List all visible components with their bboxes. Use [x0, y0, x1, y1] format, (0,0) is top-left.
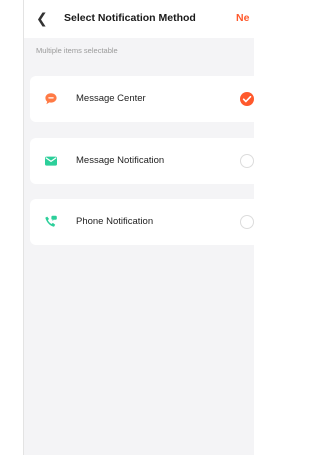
phone-icon — [45, 215, 57, 227]
option-phone-notification[interactable]: Phone Notification — [30, 199, 254, 245]
option-message-notification[interactable]: Message Notification — [30, 138, 254, 184]
option-label: Message Center — [76, 93, 146, 104]
selection-hint: Multiple items selectable — [36, 46, 118, 55]
option-message-center[interactable]: Message Center — [30, 76, 254, 122]
chat-bubble-icon — [45, 93, 57, 105]
phone-screen: ❮ Select Notification Method Ne Multiple… — [23, 0, 254, 455]
page-title: Select Notification Method — [64, 12, 196, 24]
back-button[interactable]: ❮ — [36, 11, 48, 25]
nav-bar: ❮ Select Notification Method Ne — [24, 0, 254, 38]
unchecked-circle-icon[interactable] — [240, 154, 254, 168]
unchecked-circle-icon[interactable] — [240, 215, 254, 229]
checkmark-icon[interactable] — [240, 92, 254, 106]
option-label: Phone Notification — [76, 216, 154, 227]
next-button[interactable]: Ne — [236, 12, 249, 25]
envelope-icon — [45, 156, 57, 166]
option-label: Message Notification — [76, 155, 165, 166]
